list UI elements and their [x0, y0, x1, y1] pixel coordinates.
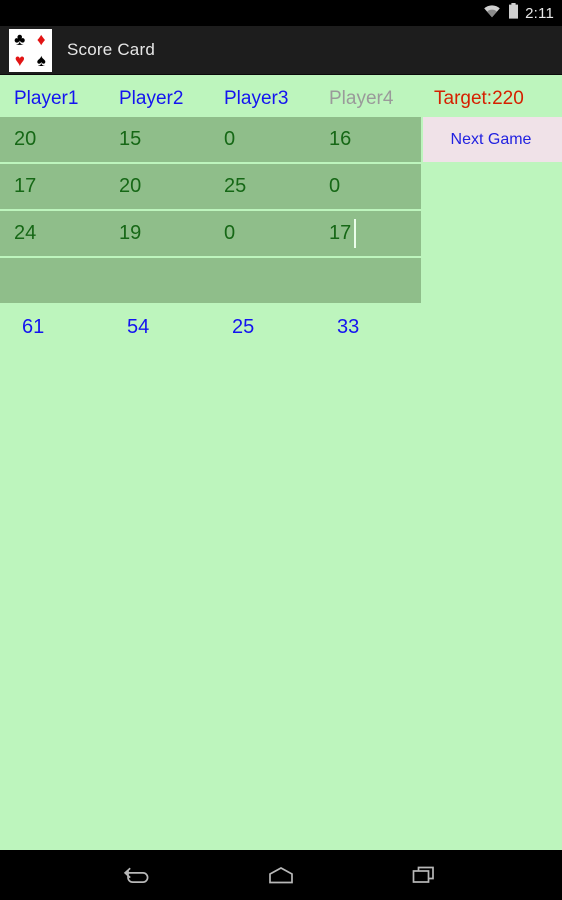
score-row: 20 15 0 16	[0, 117, 421, 162]
action-bar: ♣ ♦ ♥ ♠ Score Card	[0, 26, 562, 75]
score-input-r3-c2[interactable]: 19	[119, 211, 224, 256]
total-player1: 61	[22, 316, 45, 338]
android-screen: 2:11 ♣ ♦ ♥ ♠ Score Card Player1 Player2 Pl…	[0, 0, 562, 900]
score-input-r1-c1[interactable]: 20	[14, 117, 119, 162]
player-header-2[interactable]: Player2	[119, 84, 224, 114]
status-bar-clock: 2:11	[525, 4, 554, 22]
navigation-bar	[0, 850, 562, 900]
score-input-r2-c2[interactable]: 20	[119, 164, 224, 209]
text-cursor	[354, 219, 356, 248]
score-input-r2-c1[interactable]: 17	[14, 164, 119, 209]
score-input-r2-c3[interactable]: 25	[224, 164, 329, 209]
score-input-r3-c4[interactable]: 17	[329, 211, 434, 256]
score-input-r4-c4[interactable]	[329, 258, 434, 303]
recents-icon[interactable]	[397, 855, 453, 895]
back-icon[interactable]	[109, 855, 165, 895]
next-game-button[interactable]: Next Game	[423, 117, 562, 162]
scorecard-content: Player1 Player2 Player3 Player4 Target:220 …	[0, 75, 562, 850]
score-input-r2-c4[interactable]: 0	[329, 164, 434, 209]
player-header-row: Player1 Player2 Player3 Player4	[0, 84, 440, 114]
score-input-r4-c1[interactable]	[14, 258, 119, 303]
player-header-1[interactable]: Player1	[14, 84, 119, 114]
score-input-r3-c1[interactable]: 24	[14, 211, 119, 256]
home-icon[interactable]	[253, 855, 309, 895]
score-input-r1-c2[interactable]: 15	[119, 117, 224, 162]
wifi-icon	[483, 4, 501, 23]
score-row	[0, 258, 421, 303]
totals-row: 61 54 25 33	[0, 307, 440, 347]
player-header-3[interactable]: Player3	[224, 84, 329, 114]
score-row: 17 20 25 0	[0, 164, 421, 209]
spade-suit-icon: ♠	[36, 51, 46, 71]
total-player2: 54	[127, 316, 150, 338]
score-input-r4-c3[interactable]	[224, 258, 329, 303]
total-player3: 25	[232, 316, 255, 338]
score-input-r3-c3[interactable]: 0	[224, 211, 329, 256]
status-bar-icons	[483, 2, 519, 24]
diamond-suit-icon: ♦	[36, 29, 46, 49]
total-player4: 33	[337, 316, 360, 338]
status-bar: 2:11	[0, 0, 562, 26]
battery-full-icon	[508, 2, 519, 24]
score-input-r4-c2[interactable]	[119, 258, 224, 303]
score-row: 24 19 0 17	[0, 211, 421, 256]
club-suit-icon: ♣	[14, 29, 26, 49]
score-input-r1-c3[interactable]: 0	[224, 117, 329, 162]
target-label: Target:220	[434, 88, 524, 109]
player-header-4[interactable]: Player4	[329, 84, 434, 114]
app-title: Score Card	[67, 40, 155, 59]
next-game-button-label: Next Game	[450, 130, 532, 148]
score-input-r1-c4[interactable]: 16	[329, 117, 434, 162]
playing-card-suits-icon[interactable]: ♣ ♦ ♥ ♠	[9, 28, 52, 72]
heart-suit-icon: ♥	[14, 51, 25, 71]
